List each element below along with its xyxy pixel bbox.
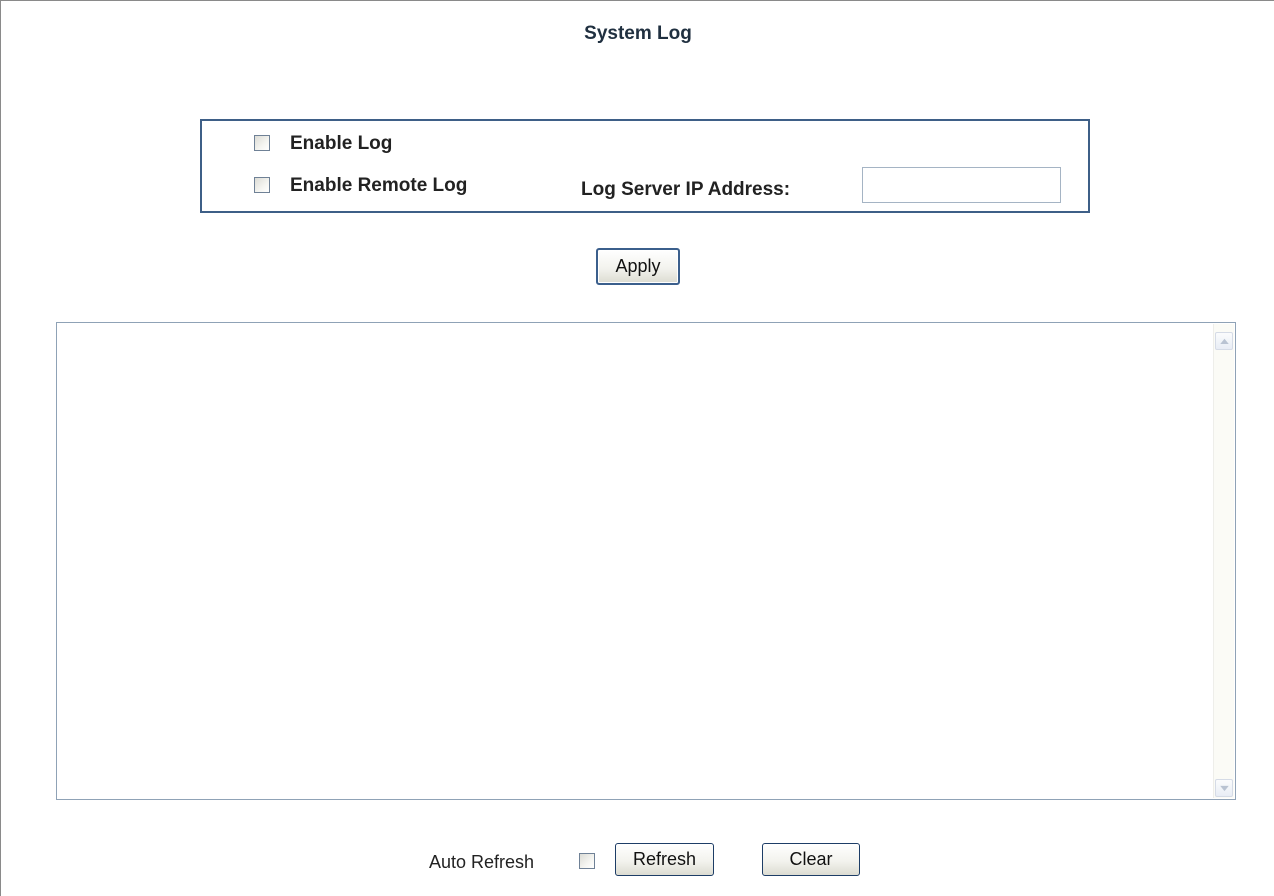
auto-refresh-label: Auto Refresh bbox=[429, 852, 535, 872]
log-scrollbar[interactable]: ▲ ▼ bbox=[1213, 324, 1234, 798]
auto-refresh-checkbox[interactable] bbox=[579, 853, 595, 869]
enable-log-label: Enable Log bbox=[290, 133, 393, 154]
log-server-ip-input[interactable] bbox=[862, 167, 1061, 203]
log-server-ip-label: Log Server IP Address: bbox=[581, 179, 791, 200]
scroll-up-button[interactable]: ▲ bbox=[1215, 332, 1233, 350]
log-settings-panel: Enable Log Enable Remote Log Log Server … bbox=[200, 119, 1090, 213]
chevron-down-icon: ▼ bbox=[1216, 782, 1232, 793]
refresh-button[interactable]: Refresh bbox=[615, 843, 714, 876]
page-title: System Log bbox=[584, 23, 692, 44]
enable-remote-log-checkbox[interactable] bbox=[254, 177, 270, 193]
scroll-down-button[interactable]: ▼ bbox=[1215, 779, 1233, 797]
apply-button[interactable]: Apply bbox=[596, 248, 680, 285]
log-textarea[interactable] bbox=[58, 324, 1214, 798]
chevron-up-icon: ▲ bbox=[1216, 335, 1232, 346]
enable-remote-log-label: Enable Remote Log bbox=[290, 175, 468, 196]
enable-log-checkbox[interactable] bbox=[254, 135, 270, 151]
log-display: ▲ ▼ bbox=[56, 322, 1236, 800]
clear-button[interactable]: Clear bbox=[762, 843, 860, 876]
page-frame: System Log Enable Log Enable Remote Log … bbox=[0, 0, 1274, 896]
